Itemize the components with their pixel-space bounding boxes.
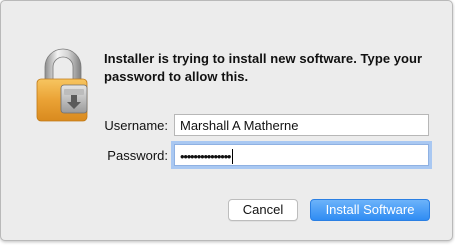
- username-field[interactable]: Marshall A Matherne: [174, 114, 429, 136]
- password-row: Password: •••••••••••••••: [1, 144, 454, 168]
- username-row: Username: Marshall A Matherne: [1, 114, 454, 138]
- dialog-message: Installer is trying to install new softw…: [104, 51, 423, 84]
- password-masked-value: •••••••••••••••: [180, 149, 231, 165]
- password-label: Password:: [107, 148, 168, 163]
- authentication-dialog: Installer is trying to install new softw…: [0, 0, 453, 241]
- username-value: Marshall A Matherne: [180, 118, 299, 133]
- username-label: Username:: [104, 118, 168, 133]
- password-field[interactable]: •••••••••••••••: [174, 144, 429, 166]
- lock-icon: [31, 45, 95, 125]
- text-caret: [232, 149, 234, 165]
- cancel-button[interactable]: Cancel: [228, 199, 298, 221]
- install-software-button[interactable]: Install Software: [310, 199, 430, 221]
